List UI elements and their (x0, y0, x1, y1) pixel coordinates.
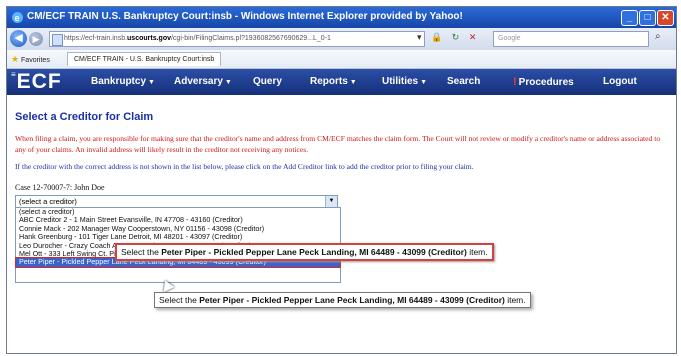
search-input[interactable]: Google (493, 31, 649, 47)
internet-explorer-icon: e (12, 12, 23, 23)
menu-label: Bankruptcy (91, 76, 147, 87)
dropdown-arrow-icon[interactable]: ▾ (417, 32, 422, 42)
menu-label: Adversary (174, 76, 223, 87)
menu-bankruptcy[interactable]: Bankruptcy ▼ (91, 76, 155, 87)
menu-utilities[interactable]: Utilities ▼ (382, 76, 427, 87)
url-rest: /cgi-bin/FilingClaims.pl?193608256769062… (170, 35, 331, 42)
page-content: Select a Creditor for Claim When filing … (7, 95, 676, 353)
menu-label: Utilities (382, 76, 419, 87)
address-toolbar: ◀ ▶ https://ecf-train.insb.uscourts.gov/… (7, 28, 676, 51)
star-icon: ★ (11, 54, 20, 64)
caption-prefix: Select the (159, 295, 197, 305)
menu-label: Procedures (518, 77, 574, 88)
url-domain: uscourts.gov (127, 35, 171, 42)
menu-adversary[interactable]: Adversary ▼ (174, 76, 232, 87)
creditor-option[interactable]: Hank Greenburg - 101 Tiger Lane Detroit,… (16, 233, 340, 241)
ecf-logo: ≡ECF (11, 70, 62, 93)
warning-text: When filing a claim, you are responsible… (15, 134, 661, 154)
page-icon (52, 34, 63, 46)
svg-text:e: e (15, 13, 20, 23)
chevron-down-icon: ▼ (224, 79, 232, 86)
favorites-bar: ★ Favorites CM/ECF TRAIN - U.S. Bankrupt… (7, 50, 676, 69)
back-button[interactable]: ◀ (10, 30, 27, 47)
address-field[interactable]: https://ecf-train.insb.uscourts.gov/cgi-… (49, 31, 425, 47)
menu-reports[interactable]: Reports ▼ (310, 76, 357, 87)
instruction-text: If the creditor with the correct address… (15, 162, 474, 171)
window-title: CM/ECF TRAIN U.S. Bankruptcy Court:insb … (27, 11, 463, 22)
menu-label: Search (447, 76, 481, 87)
page-title: Select a Creditor for Claim (15, 111, 154, 123)
menu-logout[interactable]: Logout (603, 76, 637, 87)
callout-item: Peter Piper - Pickled Pepper Lane Peck L… (161, 247, 467, 257)
caption-item: Peter Piper - Pickled Pepper Lane Peck L… (199, 295, 505, 305)
tutorial-caption: Select the Peter Piper - Pickled Pepper … (154, 292, 531, 308)
creditor-option[interactable]: ABC Creditor 2 - 1 Main Street Evansvill… (16, 216, 340, 224)
logo-text: ECF (16, 70, 62, 93)
close-button[interactable]: ✕ (657, 10, 674, 26)
alert-icon: ! (513, 76, 517, 88)
menu-label: Reports (310, 76, 348, 87)
lock-icon[interactable]: 🔒 (431, 32, 442, 42)
refresh-icon[interactable]: ↻ (452, 32, 460, 42)
menu-search[interactable]: Search (447, 76, 480, 87)
favorites-button[interactable]: ★ Favorites (11, 54, 50, 65)
caption-suffix: item. (507, 295, 526, 305)
tutorial-callout: Select the Peter Piper - Pickled Pepper … (115, 243, 494, 261)
callout-suffix: item. (469, 247, 488, 257)
search-icon[interactable]: ⌕ (655, 31, 661, 42)
menu-query[interactable]: Query (253, 76, 282, 87)
creditor-option[interactable]: Connie Mack - 202 Manager Way Cooperstow… (16, 225, 340, 233)
menu-procedures[interactable]: ! Procedures (513, 76, 574, 88)
minimize-button[interactable]: _ (621, 10, 638, 26)
forward-button[interactable]: ▶ (29, 32, 43, 46)
creditor-select-value: (select a creditor) (19, 197, 77, 206)
menu-label: Query (253, 76, 282, 87)
callout-prefix: Select the (121, 247, 159, 257)
chevron-down-icon: ▼ (148, 79, 155, 86)
chevron-down-icon[interactable]: ▼ (325, 196, 337, 207)
stop-icon[interactable]: ✕ (469, 32, 477, 42)
url-prefix: https://ecf-train.insb. (64, 35, 128, 42)
maximize-button[interactable]: □ (639, 10, 656, 26)
chevron-down-icon: ▼ (420, 79, 428, 86)
title-bar: e CM/ECF TRAIN U.S. Bankruptcy Court:ins… (7, 7, 676, 28)
address-actions: ▾ 🔒 ↻ ✕ (417, 32, 483, 43)
chevron-down-icon: ▼ (349, 79, 357, 86)
ecf-menu-bar: ≡ECF Bankruptcy ▼ Adversary ▼ Query Report… (7, 69, 676, 95)
menu-label: Logout (603, 76, 637, 87)
browser-window: e CM/ECF TRAIN U.S. Bankruptcy Court:ins… (6, 6, 677, 354)
case-label: Case 12-70007-7: John Doe (15, 183, 105, 192)
creditor-option[interactable]: (select a creditor) (16, 208, 340, 216)
favorites-label: Favorites (21, 57, 50, 64)
browser-tab[interactable]: CM/ECF TRAIN - U.S. Bankruptcy Court:ins… (67, 52, 222, 66)
